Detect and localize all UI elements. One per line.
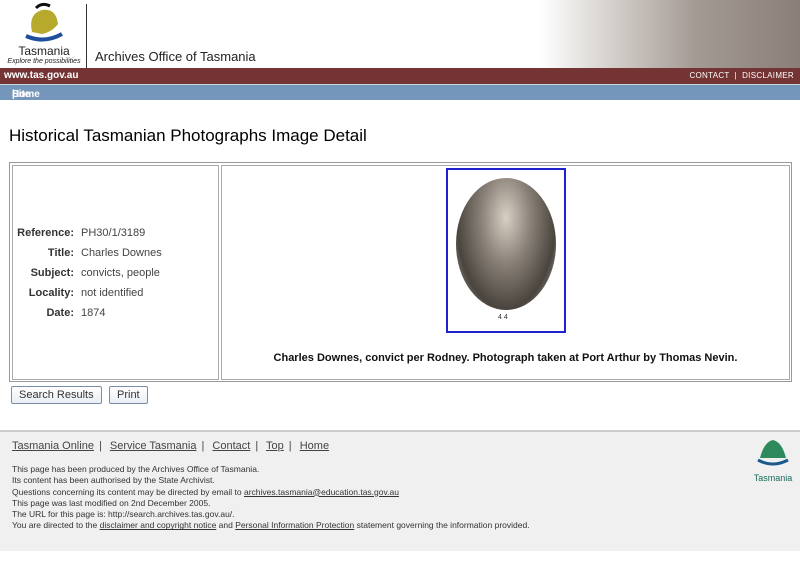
email-link[interactable]: archives.tasmania@education.tas.gov.au <box>244 487 399 497</box>
image-caption: Charles Downes, convict per Rodney. Phot… <box>273 352 738 364</box>
header-banner-image <box>540 0 800 68</box>
detail-row-title: Title: Charles Downes <box>47 247 162 259</box>
page-title: Historical Tasmanian Photographs Image D… <box>9 126 367 145</box>
tasmania-emblem-icon <box>757 440 789 466</box>
top-bar: www.tas.gov.au CONTACT | DISCLAIMER <box>0 68 800 84</box>
portrait-image <box>456 178 556 310</box>
image-cell: 4 4 Charles Downes, convict per Rodney. … <box>221 165 790 380</box>
disclaimer-copyright-link[interactable]: disclaimer and copyright notice <box>100 520 217 530</box>
detail-row-date: Date: 1874 <box>46 307 106 319</box>
tasmania-footer-logo: Tasmania <box>752 438 794 483</box>
site-name: Archives Office of Tasmania <box>95 49 256 64</box>
detail-row-subject: Subject: convicts, people <box>30 267 160 279</box>
search-results-button[interactable]: Search Results <box>11 386 102 404</box>
tasmania-logo[interactable]: Tasmania Explore the possibilities <box>4 2 84 68</box>
footer-contact-link[interactable]: Contact <box>212 440 250 452</box>
contact-link[interactable]: CONTACT <box>689 71 729 80</box>
service-tasmania-link[interactable]: Service Tasmania <box>110 440 197 452</box>
detail-row-reference: Reference: PH30/1/3189 <box>17 227 146 239</box>
tasmania-online-link[interactable]: Tasmania Online <box>12 440 94 452</box>
footer-links: Tasmania Online | Service Tasmania | Conta… <box>12 440 330 452</box>
devil-logo-icon <box>25 2 63 42</box>
metadata-cell: Reference: PH30/1/3189 Title: Charles Down… <box>12 165 219 380</box>
footer: Tasmania Online | Service Tasmania | Conta… <box>0 430 800 551</box>
sitemap-link[interactable]: Site map <box>12 89 33 111</box>
detail-table: Reference: PH30/1/3189 Title: Charles Down… <box>9 162 792 382</box>
footer-home-link[interactable]: Home <box>300 440 329 452</box>
header: Tasmania Explore the possibilities Archi… <box>0 0 800 84</box>
nav-bar: Home | Site map <box>0 84 800 111</box>
disclaimer-link[interactable]: DISCLAIMER <box>742 71 794 80</box>
detail-row-locality: Locality: not identified <box>28 287 144 299</box>
privacy-link[interactable]: Personal Information Protection <box>235 520 354 530</box>
print-button[interactable]: Print <box>109 386 148 404</box>
footer-text: This page has been produced by the Archi… <box>12 464 530 531</box>
tas-gov-link[interactable]: www.tas.gov.au <box>4 70 78 81</box>
top-link[interactable]: Top <box>266 440 284 452</box>
photograph[interactable]: 4 4 <box>446 168 566 333</box>
